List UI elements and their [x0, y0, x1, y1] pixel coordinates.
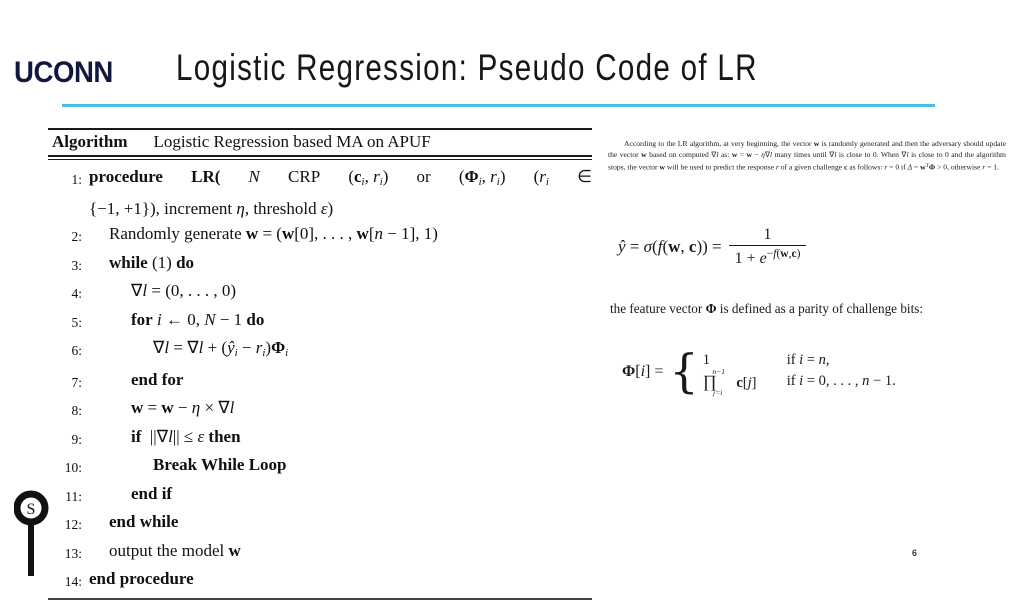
algorithm-line-number: 6:	[71, 343, 82, 359]
algorithm-line: 5: for i ← 0, N − 1 do	[48, 307, 592, 336]
algorithm-line: 7: end for	[48, 367, 592, 396]
algorithm-line: 1: procedure LR(N CRP (ci, ri) or (Φi, r…	[48, 164, 592, 221]
algorithm-caption-name: Logistic Regression based MA on APUF	[153, 132, 431, 151]
phi-equation: Φ[i] = { 1 if i = n, ∏ n−1 j=i c[j] if i…	[622, 344, 896, 399]
algorithm-line-code: for i ← 0, N − 1 do	[131, 309, 265, 329]
feature-vector-text: the feature vector Φ is defined as a par…	[610, 301, 924, 316]
algorithm-line-code: w = w − η × ∇l	[131, 398, 235, 418]
algorithm-line: 8: w = w − η × ∇l	[48, 395, 592, 424]
algorithm-line: 11: end if	[48, 481, 592, 510]
algorithm-block: Algorithm Logistic Regression based MA o…	[48, 128, 592, 600]
algorithm-line: 10: Break While Loop	[48, 452, 592, 481]
case-brace: {	[669, 344, 699, 399]
sigmoid-fraction: 1 1 + e−f(w,c)	[728, 226, 807, 268]
algorithm-line-code: ∇l = (0, . . . , 0)	[131, 281, 237, 301]
notes-column: According to the LR algorithm, at very b…	[608, 138, 1008, 397]
page-title: Logistic Regression: Pseudo Code of LR	[176, 47, 758, 88]
algorithm-line-code: end for	[131, 369, 184, 389]
algorithm-line-code: output the model w	[109, 540, 241, 560]
sigmoid-denominator: 1 + e−f(w,c)	[734, 248, 801, 268]
algorithm-line-number: 4:	[71, 286, 82, 302]
phi-case-row: ∏ n−1 j=i c[j] if i = 0, . . . , n − 1.	[702, 367, 896, 398]
svg-text:S: S	[27, 501, 36, 518]
algorithm-line-number: 9:	[71, 431, 82, 447]
slide: UCONN Logistic Regression: Pseudo Code o…	[0, 0, 1024, 600]
algorithm-line-number: 1:	[71, 172, 82, 187]
notes-paragraph: According to the LR algorithm, at very b…	[608, 139, 1006, 172]
algorithm-line: 9: if ||∇l|| ≤ ε then	[48, 424, 592, 453]
algorithm-line-number: 10:	[64, 460, 82, 476]
phi-case-condition: if i = n,	[786, 352, 830, 368]
algorithm-line: 13: output the model w	[48, 538, 592, 567]
algorithm-line: 6: ∇l = ∇l + (ŷi − ri)Φi	[48, 335, 592, 367]
algorithm-lines: 1: procedure LR(N CRP (ci, ri) or (Φi, r…	[48, 160, 592, 598]
algorithm-line: 12: end while	[48, 509, 592, 538]
algorithm-line-code: if ||∇l|| ≤ ε then	[131, 426, 241, 446]
algorithm-line-number: 7:	[71, 374, 82, 390]
page-number: 6	[912, 548, 918, 558]
sigmoid-numerator: 1	[763, 226, 772, 243]
title-divider	[62, 104, 935, 107]
algorithm-line-number: 2:	[71, 229, 82, 245]
algorithm-bottom-rule	[48, 597, 592, 600]
algorithm-header-rule-a	[48, 155, 592, 157]
algorithm-line-code: while (1) do	[109, 252, 195, 272]
algorithm-line-number: 5:	[71, 314, 82, 330]
algorithm-line-code: ∇l = ∇l + (ŷi − ri)Φi	[153, 338, 289, 360]
algorithm-line-number: 8:	[71, 403, 82, 419]
sigmoid-lhs: ŷ = σ(f(w, c)) =	[618, 237, 722, 257]
algorithm-line-code: Randomly generate w = (w[0], . . . , w[n…	[109, 224, 438, 244]
phi-lhs: Φ[i] =	[622, 363, 664, 380]
sigmoid-equation: ŷ = σ(f(w, c)) = 1 1 + e−f(w,c)	[618, 226, 807, 268]
phi-case-condition: if i = 0, . . . , n − 1.	[786, 373, 896, 389]
algorithm-line-code: Break While Loop	[153, 455, 287, 475]
algorithm-line: 4: ∇l = (0, . . . , 0)	[48, 278, 592, 307]
algorithm-line: 2: Randomly generate w = (w[0], . . . , …	[48, 221, 592, 250]
algorithm-line-code: procedure LR(N CRP (ci, ri) or (Φi, ri) …	[87, 164, 592, 221]
algorithm-caption-keyword: Algorithm	[52, 132, 128, 151]
product-operator: ∏ n−1 j=i	[702, 367, 726, 398]
algorithm-line: 3: while (1) do	[48, 250, 592, 279]
uconn-logo: UCONN	[14, 56, 113, 89]
algorithm-line: 14: end procedure	[48, 566, 592, 595]
algorithm-caption: Algorithm Logistic Regression based MA o…	[48, 130, 592, 155]
corner-emblem-icon: S	[14, 490, 49, 576]
algorithm-line-code: end while	[109, 512, 179, 532]
algorithm-line-row: procedure LR(N CRP (ci, ri) or (Φi, ri) …	[89, 167, 592, 189]
phi-case-value: ∏ n−1 j=i c[j]	[702, 367, 757, 398]
algorithm-line-number: 3:	[71, 257, 82, 273]
algorithm-line-code: end procedure	[89, 569, 194, 589]
algorithm-line-code: end if	[131, 483, 173, 503]
phi-cases: 1 if i = n, ∏ n−1 j=i c[j] if i = 0, . .…	[702, 350, 896, 398]
